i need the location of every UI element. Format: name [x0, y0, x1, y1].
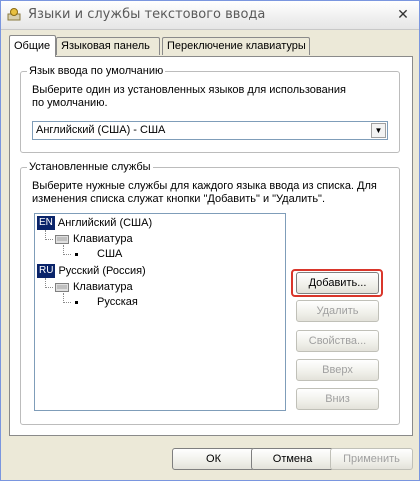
- tree-connector: [63, 254, 71, 255]
- installed-services-description-line2: изменения списка служат кнопки "Добавить…: [32, 193, 326, 205]
- default-language-description-line2: по умолчанию.: [32, 97, 108, 109]
- keyboard-icon: [55, 283, 69, 292]
- tree-connector: [63, 302, 71, 303]
- close-button[interactable]: ✕: [391, 4, 415, 25]
- keyboard-icon: [55, 235, 69, 244]
- tree-connector: [45, 239, 53, 240]
- tree-node-layout-en[interactable]: США: [97, 247, 122, 262]
- close-icon: ✕: [397, 6, 409, 22]
- language-badge: RU: [37, 264, 56, 278]
- cancel-button[interactable]: Отмена: [251, 448, 334, 470]
- dialog-window: Языки и службы текстового ввода ✕ Общие …: [0, 0, 420, 481]
- keyboard-globe-icon: [7, 8, 21, 21]
- apply-button[interactable]: Применить: [330, 448, 413, 470]
- default-language-select[interactable]: Английский (США) - США ▼: [32, 121, 388, 140]
- remove-button[interactable]: Удалить: [296, 300, 379, 322]
- tree-node-label: Русский (Россия): [58, 265, 146, 277]
- default-language-group-title: Язык ввода по умолчанию: [29, 65, 164, 77]
- installed-services-group-title: Установленные службы: [29, 161, 151, 173]
- window-title: Языки и службы текстового ввода: [28, 7, 266, 22]
- move-down-button[interactable]: Вниз: [296, 388, 379, 410]
- tree-node-keyboard-ru[interactable]: Клавиатура: [73, 280, 133, 295]
- bullet-icon: [75, 301, 78, 304]
- title-bar[interactable]: Языки и службы текстового ввода ✕: [1, 1, 419, 30]
- tree-node-layout-ru[interactable]: Русская: [97, 295, 138, 310]
- tree-node-label: Английский (США): [57, 217, 153, 229]
- tab-general[interactable]: Общие: [9, 35, 56, 57]
- tab-keyboard-switch[interactable]: Переключение клавиатуры: [162, 37, 310, 55]
- bullet-icon: [75, 253, 78, 256]
- installed-services-description-line1: Выберите нужные службы для каждого языка…: [32, 180, 377, 192]
- move-up-button[interactable]: Вверх: [296, 359, 379, 381]
- tab-panel-general: Язык ввода по умолчанию Выберите один из…: [9, 56, 413, 436]
- default-language-description-line1: Выберите один из установленных языков дл…: [32, 84, 346, 96]
- tree-node-keyboard-en[interactable]: Клавиатура: [73, 232, 133, 247]
- tree-node-english[interactable]: EN Английский (США): [37, 216, 152, 231]
- default-language-value: Английский (США) - США: [36, 124, 166, 136]
- chevron-down-icon[interactable]: ▼: [371, 123, 386, 138]
- language-badge: EN: [37, 216, 55, 230]
- tree-connector: [45, 287, 53, 288]
- tree-node-russian[interactable]: RU Русский (Россия): [37, 264, 146, 279]
- add-button[interactable]: Добавить...: [296, 272, 379, 294]
- tab-language-bar[interactable]: Языковая панель: [56, 37, 160, 55]
- services-tree[interactable]: EN Английский (США) Клавиатура США RU Русс…: [34, 213, 286, 411]
- ok-button[interactable]: ОК: [172, 448, 255, 470]
- properties-button[interactable]: Свойства...: [296, 330, 379, 352]
